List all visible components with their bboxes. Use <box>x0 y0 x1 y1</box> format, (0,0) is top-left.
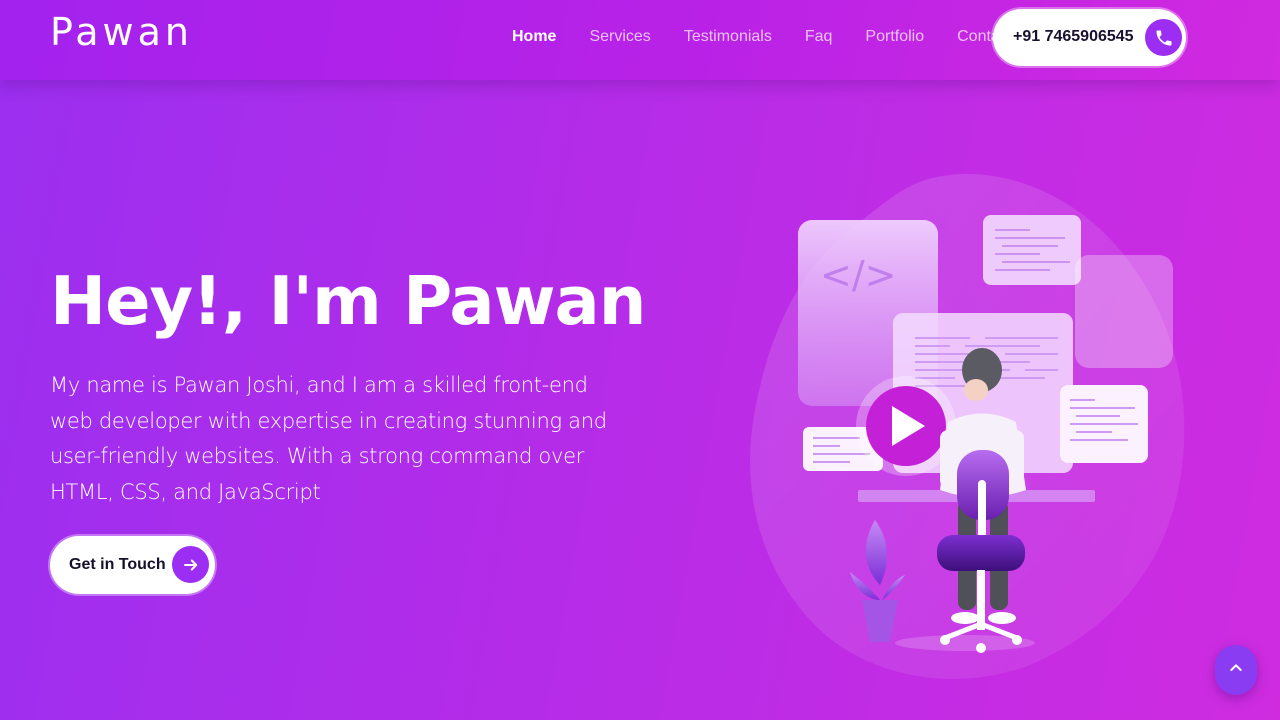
arrow-right-icon <box>172 546 209 583</box>
code-symbol: </> <box>820 253 896 297</box>
floor-shadow <box>895 635 1035 651</box>
developer-illustration: </> <box>740 160 1200 690</box>
hero-title: Hey!, I'm Pawan <box>50 262 646 340</box>
get-in-touch-button[interactable]: Get in Touch <box>50 536 215 594</box>
hero-description: My name is Pawan Joshi, and I am a skill… <box>50 373 607 504</box>
code-snippet-card-right <box>1060 385 1148 463</box>
chevron-up-icon <box>1228 660 1244 681</box>
nav-link-testimonials[interactable]: Testimonials <box>684 28 772 50</box>
nav-link-faq[interactable]: Faq <box>805 28 833 50</box>
nav-link-services[interactable]: Services <box>589 28 650 50</box>
nav-link-home[interactable]: Home <box>512 28 556 50</box>
site-logo[interactable]: Pawan <box>50 10 193 54</box>
right-panel <box>1075 255 1173 368</box>
code-snippet-card-top <box>983 215 1081 285</box>
get-in-touch-label: Get in Touch <box>69 556 166 573</box>
nav-menu: Home Services Testimonials Faq Portfolio… <box>512 28 1045 50</box>
scroll-to-top-button[interactable] <box>1215 645 1257 695</box>
nav-link-portfolio[interactable]: Portfolio <box>865 28 924 50</box>
navbar: Pawan Home Services Testimonials Faq Por… <box>0 0 1280 80</box>
phone-button[interactable]: +91 7465906545 <box>993 9 1186 66</box>
phone-icon <box>1145 19 1182 56</box>
phone-number: +91 7465906545 <box>1013 28 1134 45</box>
